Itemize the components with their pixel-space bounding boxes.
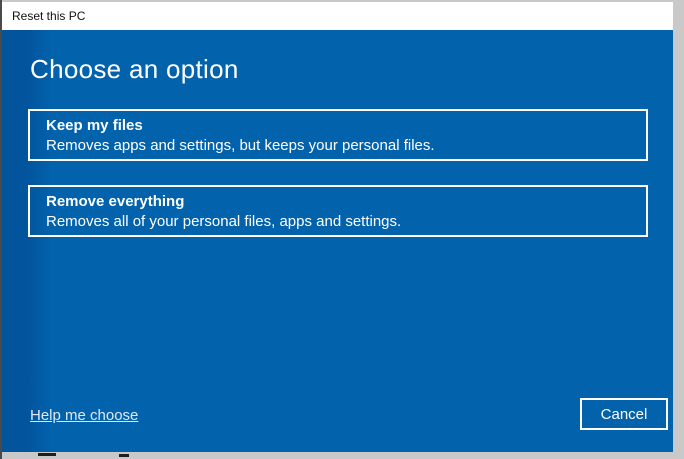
background-artifact — [38, 453, 56, 456]
titlebar: Reset this PC — [2, 2, 673, 30]
page-title: Choose an option — [30, 54, 239, 84]
dialog-body: Choose an option Keep my files Removes a… — [2, 30, 673, 452]
option-description: Removes apps and settings, but keeps you… — [46, 137, 435, 154]
background-artifact — [119, 454, 129, 457]
window-title: Reset this PC — [12, 9, 86, 23]
option-title: Remove everything — [46, 193, 185, 210]
option-title: Keep my files — [46, 117, 143, 134]
option-keep-my-files[interactable]: Keep my files Removes apps and settings,… — [28, 109, 648, 161]
reset-pc-dialog: Reset this PC Choose an option Keep my f… — [2, 2, 673, 452]
screen: RECOVERY Reset this PC Choose an option … — [0, 0, 684, 459]
help-me-choose-link[interactable]: Help me choose — [30, 407, 138, 424]
option-remove-everything[interactable]: Remove everything Removes all of your pe… — [28, 185, 648, 237]
cancel-button[interactable]: Cancel — [580, 398, 668, 430]
option-description: Removes all of your personal files, apps… — [46, 213, 402, 230]
